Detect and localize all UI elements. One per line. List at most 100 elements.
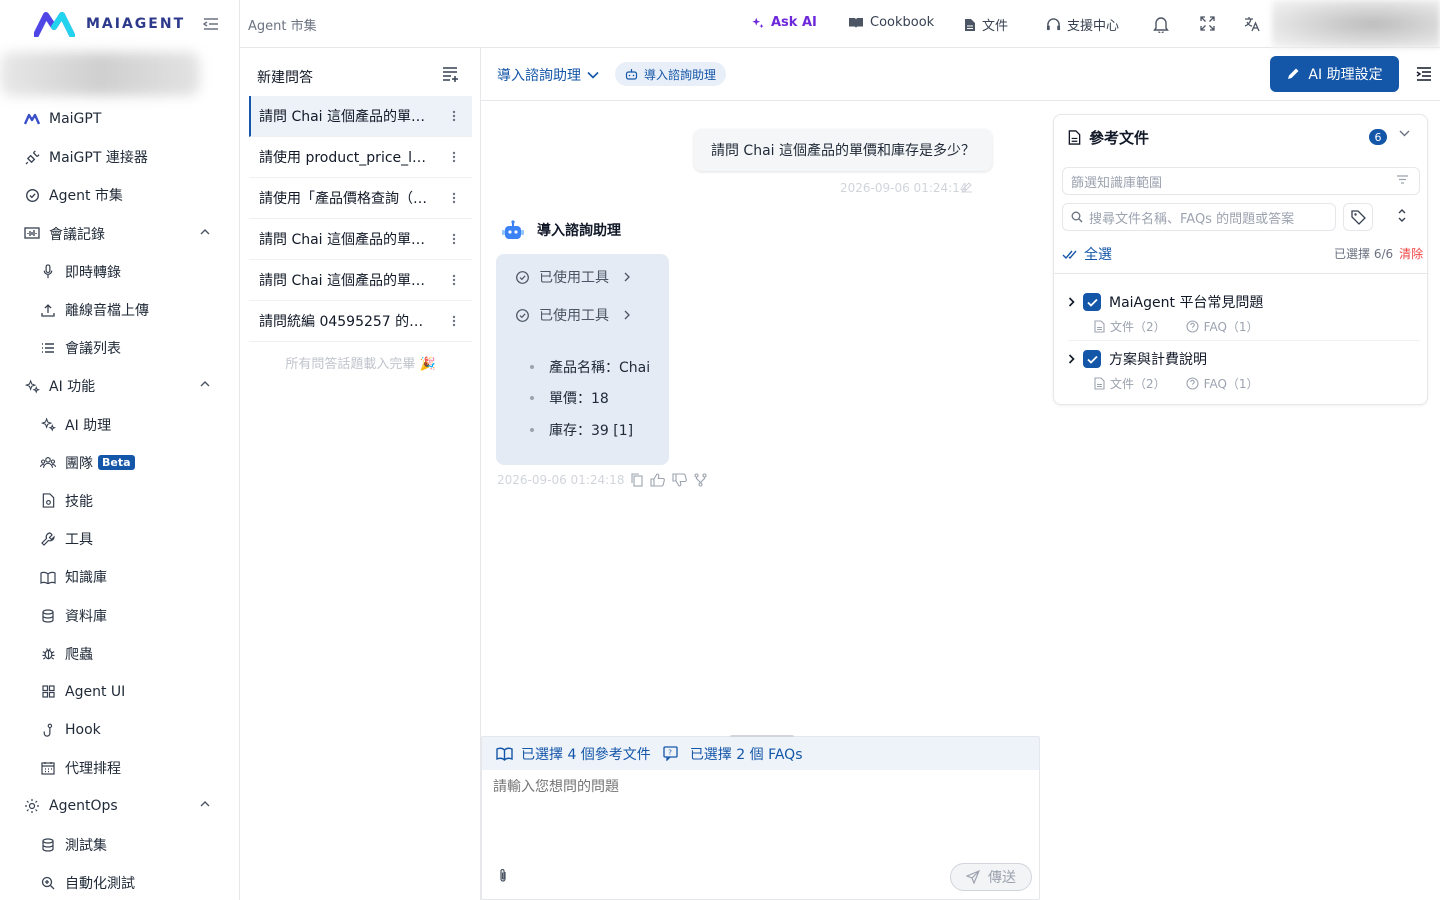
beta-badge: Beta [98,455,135,471]
chevron-down-icon[interactable] [1399,130,1410,137]
copy-icon[interactable] [631,473,644,487]
select-all-button[interactable]: 全選 [1062,244,1112,264]
new-chat-icon[interactable] [442,66,461,83]
sidebar-item-tools[interactable]: 工具 [0,520,239,558]
sidebar-item-meeting-records[interactable]: 會議記錄 [0,215,239,253]
sidebar-item-label: 工具 [65,532,93,549]
chevron-right-icon[interactable] [1068,354,1075,364]
sidebar-item-auto-test[interactable]: 自動化測試 [0,864,239,900]
sidebar-item-maigpt-connector[interactable]: MaiGPT 連接器 [0,138,239,176]
panel-toggle-icon[interactable] [1416,67,1432,81]
thumbs-down-icon[interactable] [672,473,688,487]
sidebar-item-crawler[interactable]: 爬蟲 [0,635,239,673]
sidebar-item-hook[interactable]: Hook [0,711,239,749]
agent-selector[interactable]: 導入諮詢助理 [497,65,599,85]
sidebar-item-agent-schedule[interactable]: 代理排程 [0,749,239,787]
sidebar-item-ai-features[interactable]: AI 功能 [0,367,239,405]
send-button[interactable]: 傳送 [950,863,1032,891]
chevron-up-icon[interactable] [200,380,210,388]
chevron-up-icon[interactable] [200,228,210,236]
faq-count: FAQ（1） [1203,377,1259,391]
doc-count: 文件（2） [1110,320,1166,334]
cookbook-link[interactable]: Cookbook [848,15,934,30]
ask-ai-link[interactable]: Ask AI [751,15,817,30]
tool-used-toggle[interactable]: 已使用工具 [515,267,630,287]
edit-icon[interactable] [961,181,973,193]
paperclip-icon[interactable] [498,868,508,883]
ai-assistant-settings-button[interactable]: AI 助理設定 [1270,56,1399,92]
file-icon [964,18,976,32]
reference-docs-title-text: 參考文件 [1089,129,1150,147]
sidebar-item-agentops[interactable]: AgentOps [0,787,239,825]
selected-docs-link[interactable]: 已選擇 4 個參考文件 [521,744,651,764]
fullscreen-icon[interactable] [1200,16,1215,31]
divider [1054,273,1427,274]
checkbox-checked[interactable] [1083,293,1101,311]
clear-selection-link[interactable]: 清除 [1399,245,1423,262]
more-vertical-icon[interactable] [452,233,456,245]
sidebar-item-live-transcribe[interactable]: 即時轉錄 [0,253,239,291]
sparkles-icon [24,378,40,394]
user-message-time: 2026-09-06 01:24:14 [840,181,968,195]
sidebar-item-maigpt[interactable]: MaiGPT [0,100,239,138]
new-conversation-label[interactable]: 新建問答 [257,67,313,87]
all-loaded-text: 所有問答話題載入完畢 🎉 [285,357,436,372]
thumbs-up-icon[interactable] [650,473,666,487]
checkbox-checked[interactable] [1083,350,1101,368]
selected-faqs-link[interactable]: 已選擇 2 個 FAQs [690,744,803,764]
docs-link[interactable]: 文件 [964,15,1008,34]
brand-logo[interactable]: MAIAGENT [34,11,185,37]
wrench-icon [40,531,56,547]
more-vertical-icon[interactable] [452,315,456,327]
message-input[interactable] [493,779,1013,795]
check-circle-icon [515,270,530,285]
brand-name: MAIAGENT [86,16,186,32]
sidebar-item-label: MaiGPT 連接器 [49,150,148,167]
more-vertical-icon[interactable] [452,151,456,163]
sidebar-item-team[interactable]: 團隊 Beta [0,444,239,482]
sidebar-collapse-icon[interactable] [202,15,220,33]
conversation-title: 請問 Chai 這個產品的單價和庫存是多少？ [259,109,429,125]
chevron-right-icon[interactable] [1068,297,1075,307]
sidebar-item-meeting-list[interactable]: 會議列表 [0,329,239,367]
more-vertical-icon[interactable] [452,274,456,286]
chevron-up-icon[interactable] [200,800,210,808]
tool-used-toggle[interactable]: 已使用工具 [515,305,630,325]
more-vertical-icon[interactable] [452,110,456,122]
sidebar-item-test-sets[interactable]: 測試集 [0,826,239,864]
answer-line: 庫存：39 [1] [530,420,633,440]
user-profile-blurred[interactable] [0,52,200,96]
account-menu-blurred[interactable] [1272,0,1440,48]
tag-filter-button[interactable] [1343,203,1373,231]
more-vertical-icon[interactable] [452,192,456,204]
branch-icon[interactable] [694,473,708,487]
translate-icon[interactable] [1244,16,1261,32]
sidebar-item-agent-market[interactable]: Agent 市集 [0,176,239,214]
knowledge-base-item[interactable]: 方案與計費說明 文件（2） FAQ（1） [1068,349,1420,392]
knowledge-base-filter[interactable]: 篩選知識庫範圍 [1062,167,1420,195]
reference-search-input[interactable]: 搜尋文件名稱、FAQs 的問題或答案 [1062,203,1336,231]
support-link[interactable]: 支援中心 [1046,15,1119,34]
message-composer: 已選擇 4 個參考文件 ? 已選擇 2 個 FAQs 傳送 [481,735,1040,900]
breadcrumb[interactable]: Agent 市集 [248,15,317,34]
conversation-item[interactable]: 請問 Chai 這個產品的單價和庫存 [249,219,472,260]
sidebar-item-database[interactable]: 資料庫 [0,596,239,634]
sidebar-item-ai-assistant[interactable]: AI 助理 [0,406,239,444]
expand-collapse-icon[interactable] [1397,208,1407,223]
sidebar-item-agent-ui[interactable]: Agent UI [0,673,239,711]
conversation-item[interactable]: 請問統編 04595257 的資料 [249,301,472,342]
sidebar-item-skills[interactable]: 技能 [0,482,239,520]
conversation-item[interactable]: 請使用 product_price_lookup 查詢 [249,137,472,178]
svg-text:?: ? [668,749,672,757]
sidebar-item-offline-upload[interactable]: 離線音檔上傳 [0,291,239,329]
bell-icon[interactable] [1153,15,1169,33]
sidebar-item-knowledge-base[interactable]: 知識庫 [0,558,239,596]
conversation-item[interactable]: 請問 Chai 這個產品的單價和庫存是多少？ [249,96,472,137]
knowledge-base-item[interactable]: MaiAgent 平台常見問題 文件（2） FAQ（1） [1068,292,1420,335]
conversation-item[interactable]: 請使用「產品價格查詢（...）」 [249,178,472,219]
sidebar-item-label: MaiGPT [49,111,102,128]
sparkles-icon [40,417,56,433]
plug-icon [24,149,40,165]
agent-tag[interactable]: 導入諮詢助理 [615,62,727,86]
conversation-item[interactable]: 請問 Chai 這個產品的單價和庫存 [249,260,472,301]
